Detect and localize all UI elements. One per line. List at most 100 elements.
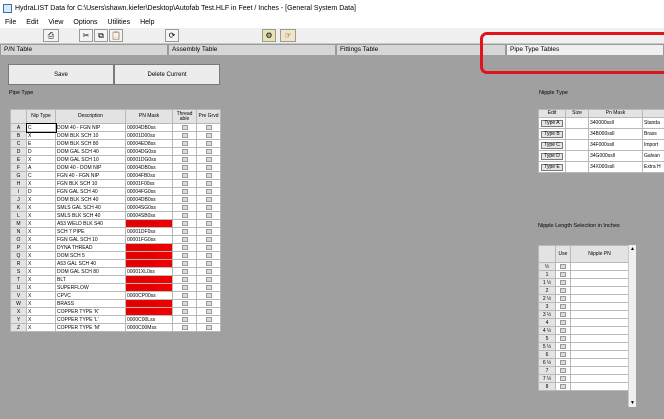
checkbox[interactable]: [205, 220, 212, 226]
name-cell[interactable]: Standa: [642, 117, 664, 129]
pn-mask-cell[interactable]: 00001F00ss: [125, 179, 173, 188]
nip-type-cell[interactable]: X: [26, 299, 56, 308]
copy-icon[interactable]: ⧉: [94, 29, 108, 42]
pn-mask-cell[interactable]: 34G000ssll: [588, 150, 643, 162]
save-button[interactable]: Save: [8, 64, 114, 85]
checkbox[interactable]: [181, 180, 188, 186]
description-cell[interactable]: BLT: [55, 275, 126, 284]
checkbox[interactable]: [205, 244, 212, 250]
checkbox[interactable]: [181, 172, 188, 178]
pn-mask-cell[interactable]: 00004FB0ss: [125, 171, 173, 180]
pn-mask-cell[interactable]: 00004DB0ss: [125, 163, 173, 172]
checkbox[interactable]: [205, 212, 212, 218]
name-cell[interactable]: Galvan: [642, 150, 664, 162]
size-cell[interactable]: [565, 150, 589, 162]
cut-icon[interactable]: ✂: [79, 29, 93, 42]
pn-mask-cell[interactable]: 00004DB0ss: [125, 195, 173, 204]
checkbox[interactable]: [205, 276, 212, 282]
nipple-pn-cell[interactable]: [570, 366, 629, 375]
checkbox[interactable]: [205, 180, 212, 186]
nip-type-cell[interactable]: X: [26, 283, 56, 292]
pn-mask-cell[interactable]: 00004DG0ss: [125, 147, 173, 156]
checkbox[interactable]: [205, 124, 212, 130]
nip-type-cell[interactable]: X: [26, 275, 56, 284]
checkbox[interactable]: [560, 343, 566, 349]
checkbox[interactable]: [181, 284, 188, 290]
menu-utilities[interactable]: Utilities: [103, 19, 136, 26]
description-cell[interactable]: DOM BLK SCH 40: [55, 195, 126, 204]
checkbox[interactable]: [560, 279, 566, 285]
nipple-pn-cell[interactable]: [570, 302, 629, 311]
nip-type-cell[interactable]: X: [26, 315, 56, 324]
checkbox[interactable]: [181, 276, 188, 282]
nipple-pn-cell[interactable]: [570, 270, 629, 279]
pn-mask-cell[interactable]: 00000BR0ss: [125, 299, 173, 308]
description-cell[interactable]: FGN GAL SCH 40: [55, 187, 126, 196]
description-cell[interactable]: COPPER TYPE 'M': [55, 323, 126, 332]
delete-current-button[interactable]: Delete Current: [114, 64, 220, 85]
description-cell[interactable]: CPVC: [55, 291, 126, 300]
print-icon[interactable]: ⎙: [43, 29, 59, 42]
checkbox[interactable]: [205, 316, 212, 322]
pn-mask-cell[interactable]: 00001XL0ss: [125, 267, 173, 276]
checkbox[interactable]: [205, 300, 212, 306]
checkbox[interactable]: [181, 316, 188, 322]
nipple-pn-cell[interactable]: [570, 278, 629, 287]
edit-type-button[interactable]: Type A: [541, 119, 563, 127]
tab-assembly-table[interactable]: Assembly Table: [168, 44, 336, 55]
description-cell[interactable]: DOM 40 - DOM NIP: [55, 163, 126, 172]
nip-type-cell[interactable]: E: [26, 139, 56, 148]
pn-mask-cell[interactable]: 00004FG0ss: [125, 187, 173, 196]
checkbox[interactable]: [181, 148, 188, 154]
checkbox[interactable]: [205, 284, 212, 290]
description-cell[interactable]: FGN BLK SCH 10: [55, 179, 126, 188]
nip-type-cell[interactable]: D: [26, 147, 56, 156]
pn-mask-cell[interactable]: 00000SF0ss: [125, 283, 173, 292]
checkbox[interactable]: [205, 268, 212, 274]
name-cell[interactable]: Brass: [642, 128, 664, 140]
nipple-pn-cell[interactable]: [570, 326, 629, 335]
pn-mask-cell[interactable]: 0000CP00ss: [125, 291, 173, 300]
checkbox[interactable]: [205, 188, 212, 194]
pn-mask-cell[interactable]: 00004W0Bss: [125, 219, 173, 228]
description-cell[interactable]: FGN 40 - FGN NIP: [55, 171, 126, 180]
pn-mask-cell[interactable]: 00000CKKss: [125, 307, 173, 316]
pn-mask-cell[interactable]: 000000T7ss: [125, 243, 173, 252]
pn-mask-cell[interactable]: 00005DS0ss: [125, 251, 173, 260]
checkbox[interactable]: [560, 271, 566, 277]
description-cell[interactable]: SUPERFLOW: [55, 283, 126, 292]
edit-type-button[interactable]: Type E: [541, 163, 563, 171]
nip-type-cell[interactable]: X: [26, 259, 56, 268]
size-cell[interactable]: [565, 139, 589, 151]
menu-options[interactable]: Options: [68, 19, 102, 26]
nip-type-cell[interactable]: X: [26, 267, 56, 276]
pn-mask-cell[interactable]: 00001FG0ss: [125, 235, 173, 244]
nip-type-cell[interactable]: X: [26, 219, 56, 228]
checkbox[interactable]: [205, 292, 212, 298]
nipple-pn-cell[interactable]: [570, 286, 629, 295]
checkbox[interactable]: [560, 351, 566, 357]
checkbox[interactable]: [181, 236, 188, 242]
description-cell[interactable]: DOM GAL SCH 10: [55, 155, 126, 164]
checkbox[interactable]: [205, 228, 212, 234]
description-cell[interactable]: SMLS GAL SCH 40: [55, 203, 126, 212]
description-cell[interactable]: DOM GAL SCH 80: [55, 267, 126, 276]
nip-type-cell[interactable]: A: [26, 163, 56, 172]
checkbox[interactable]: [205, 140, 212, 146]
pn-mask-cell[interactable]: 34B000ssll: [588, 128, 643, 140]
name-cell[interactable]: Extra H: [642, 161, 664, 173]
pn-mask-cell[interactable]: 00001DG0ss: [125, 155, 173, 164]
checkbox[interactable]: [560, 319, 566, 325]
nip-type-cell[interactable]: D: [26, 187, 56, 196]
checkbox[interactable]: [181, 260, 188, 266]
pn-mask-cell[interactable]: 0000C00Mss: [125, 323, 173, 332]
checkbox[interactable]: [205, 308, 212, 314]
nip-type-cell[interactable]: X: [26, 291, 56, 300]
checkbox[interactable]: [181, 140, 188, 146]
checkbox[interactable]: [205, 156, 212, 162]
nip-type-cell[interactable]: X: [26, 227, 56, 236]
nipple-pn-cell[interactable]: [570, 350, 629, 359]
checkbox[interactable]: [560, 367, 566, 373]
checkbox[interactable]: [205, 260, 212, 266]
size-cell[interactable]: [565, 117, 589, 129]
